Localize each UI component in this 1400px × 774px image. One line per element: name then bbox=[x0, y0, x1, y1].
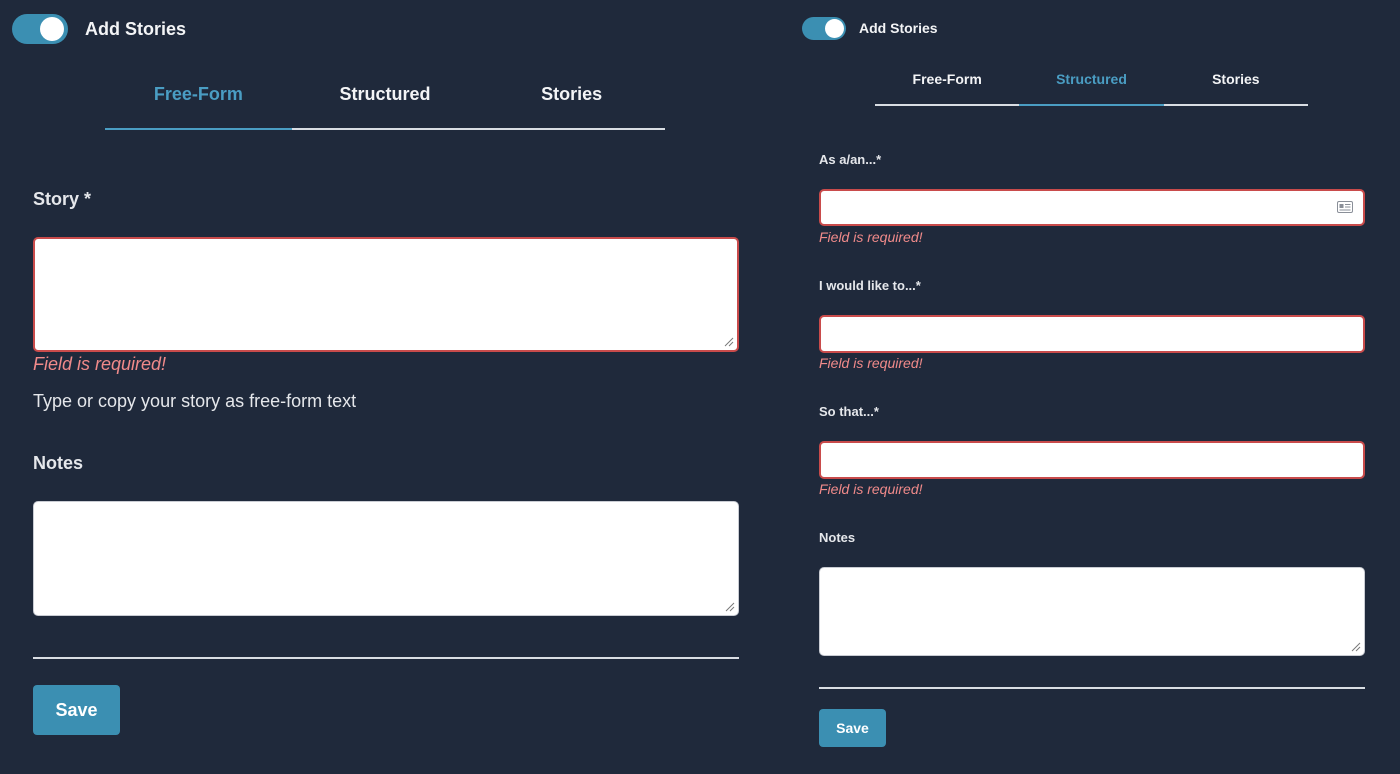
story-help-text: Type or copy your story as free-form tex… bbox=[33, 391, 357, 411]
resize-grip-icon[interactable] bbox=[725, 602, 735, 612]
tab-stories[interactable]: Stories bbox=[1164, 70, 1308, 104]
form-tabs: Free-Form Structured Stories bbox=[105, 82, 665, 130]
resize-grip-icon[interactable] bbox=[1351, 642, 1361, 652]
tab-structured[interactable]: Structured bbox=[292, 82, 479, 128]
notes-label: Notes bbox=[819, 530, 856, 545]
add-stories-toggle[interactable] bbox=[12, 14, 68, 44]
story-textarea[interactable] bbox=[33, 237, 739, 352]
would-like-label: I would like to...* bbox=[819, 278, 921, 293]
save-button[interactable]: Save bbox=[33, 685, 120, 735]
toggle-knob bbox=[825, 19, 844, 38]
so-that-error: Field is required! bbox=[819, 481, 923, 497]
tab-structured[interactable]: Structured bbox=[1019, 70, 1164, 106]
would-like-error: Field is required! bbox=[819, 355, 923, 371]
story-label: Story * bbox=[33, 189, 92, 209]
notes-textarea[interactable] bbox=[819, 567, 1365, 656]
so-that-input[interactable] bbox=[819, 441, 1365, 479]
so-that-label: So that...* bbox=[819, 404, 879, 419]
divider bbox=[819, 687, 1365, 689]
add-stories-label: Add Stories bbox=[859, 20, 938, 36]
form-tabs: Free-Form Structured Stories bbox=[875, 70, 1308, 106]
story-error: Field is required! bbox=[33, 354, 167, 374]
tab-free-form[interactable]: Free-Form bbox=[875, 70, 1019, 104]
add-stories-toggle[interactable] bbox=[802, 17, 846, 40]
as-a-input[interactable] bbox=[819, 189, 1365, 226]
notes-label: Notes bbox=[33, 453, 84, 473]
tab-stories[interactable]: Stories bbox=[478, 82, 665, 128]
notes-textarea[interactable] bbox=[33, 501, 739, 616]
save-button[interactable]: Save bbox=[819, 709, 886, 747]
contact-card-icon bbox=[1337, 201, 1353, 213]
as-a-label: As a/an...* bbox=[819, 152, 882, 167]
add-stories-label: Add Stories bbox=[85, 19, 187, 39]
resize-grip-icon[interactable] bbox=[724, 337, 734, 347]
toggle-knob bbox=[40, 17, 64, 41]
would-like-input[interactable] bbox=[819, 315, 1365, 353]
as-a-error: Field is required! bbox=[819, 229, 923, 245]
tab-free-form[interactable]: Free-Form bbox=[105, 82, 292, 130]
divider bbox=[33, 657, 739, 659]
